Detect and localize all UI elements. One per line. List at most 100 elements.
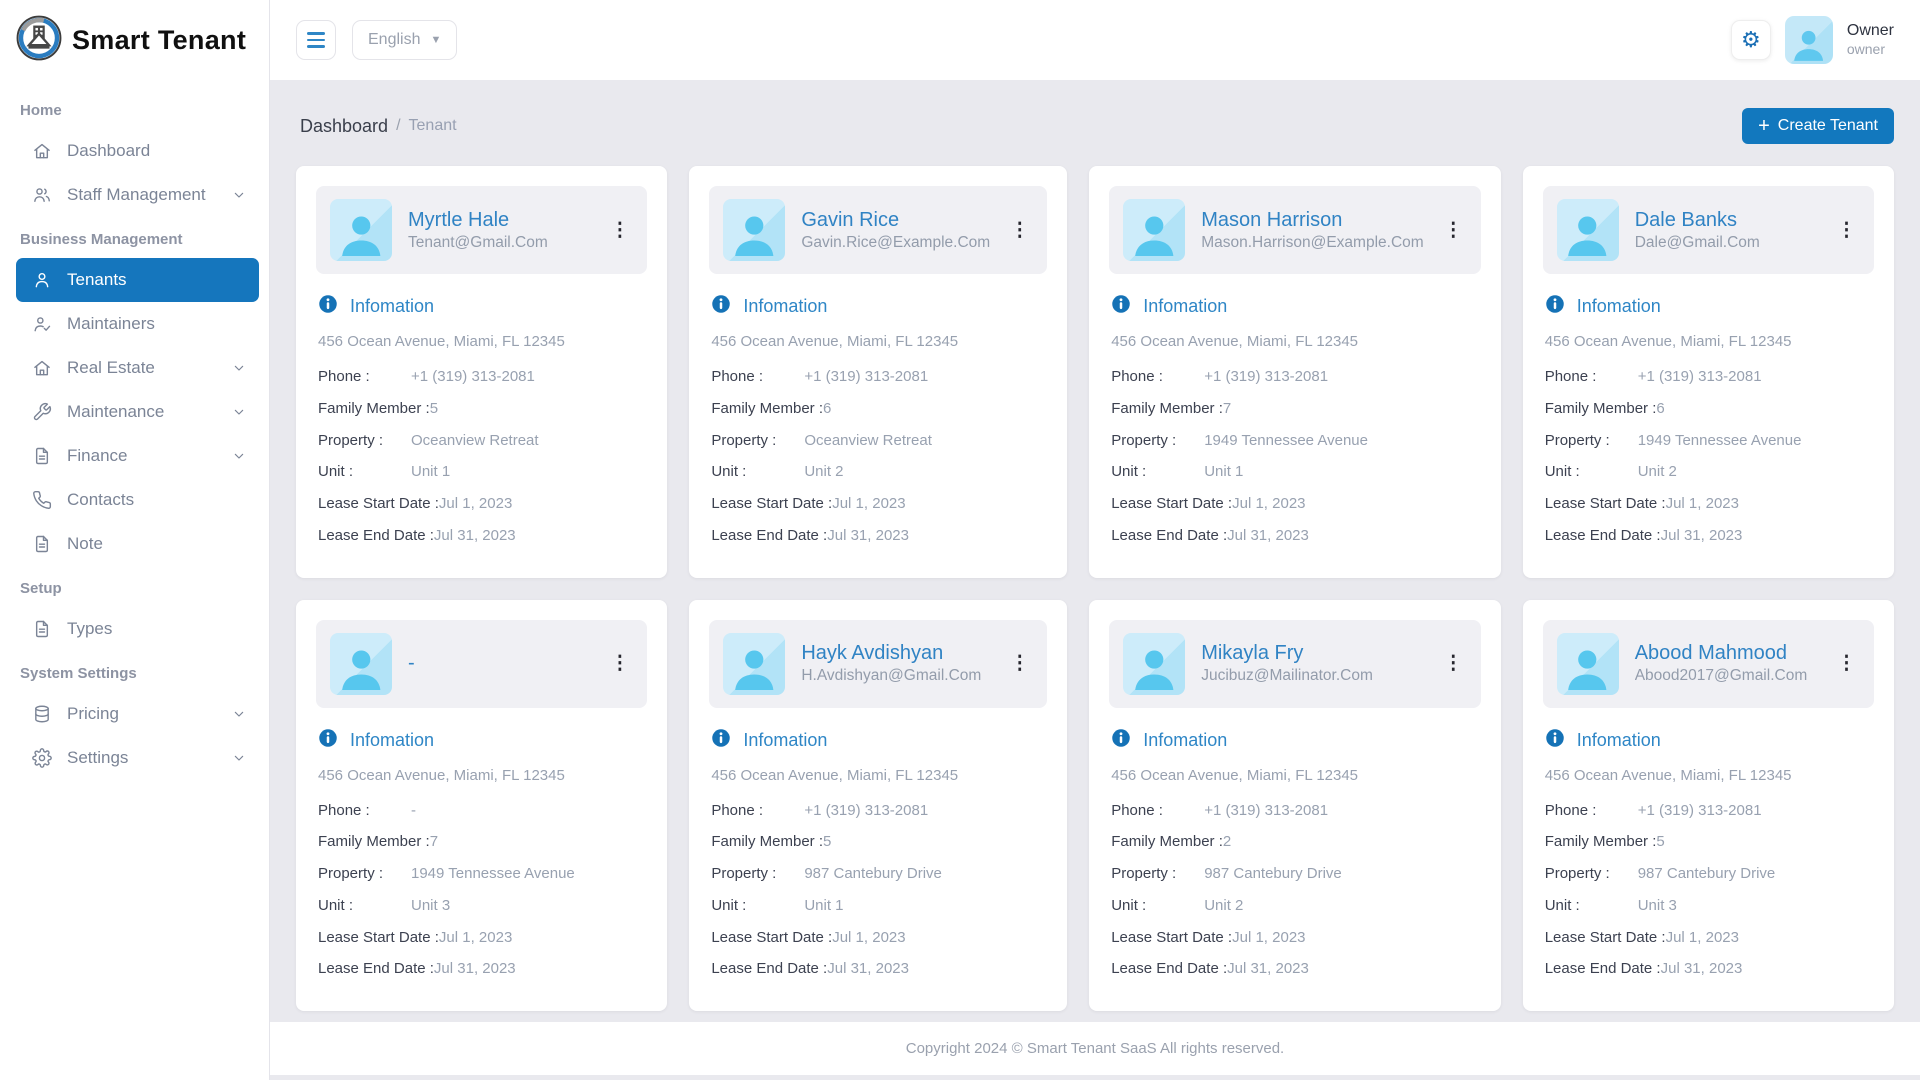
property-label: Property : xyxy=(318,431,411,451)
sidebar-item-dashboard[interactable]: Dashboard xyxy=(0,129,269,173)
property-value: 987 Cantebury Drive xyxy=(1638,864,1776,884)
tenant-cards-grid: Myrtle Hale Tenant@Gmail.Com ⋮ Infomatio… xyxy=(270,166,1920,1011)
lease-end-label: Lease End Date : xyxy=(711,959,827,979)
unit-value: Unit 3 xyxy=(411,896,450,916)
lease-end-label: Lease End Date : xyxy=(711,526,827,546)
lease-start-value: Jul 1, 2023 xyxy=(832,928,905,948)
phone-row: Phone : +1 (319) 313-2081 xyxy=(1545,801,1874,821)
unit-row: Unit : Unit 2 xyxy=(1545,462,1874,482)
phone-row: Phone : +1 (319) 313-2081 xyxy=(318,367,647,387)
tenant-name: - xyxy=(408,652,415,675)
lease-start-value: Jul 1, 2023 xyxy=(832,494,905,514)
information-row: Infomation xyxy=(1111,294,1480,319)
breadcrumb-separator: / xyxy=(396,117,400,135)
breadcrumb-dashboard[interactable]: Dashboard xyxy=(300,116,388,137)
sidebar-item-maintainers[interactable]: Maintainers xyxy=(0,302,269,346)
create-tenant-button[interactable]: + Create Tenant xyxy=(1742,108,1894,144)
info-icon xyxy=(1545,728,1565,753)
phone-row: Phone : +1 (319) 313-2081 xyxy=(711,367,1047,387)
kebab-menu-icon[interactable]: ⋮ xyxy=(1440,652,1467,675)
tenant-email: Dale@Gmail.Com xyxy=(1635,234,1760,252)
kebab-menu-icon[interactable]: ⋮ xyxy=(1833,652,1860,675)
phone-row: Phone : +1 (319) 313-2081 xyxy=(1111,801,1480,821)
sidebar-item-contacts[interactable]: Contacts xyxy=(0,478,269,522)
sidebar-item-label: Finance xyxy=(67,446,127,466)
information-row: Infomation xyxy=(318,294,647,319)
tenant-card-header: Dale Banks Dale@Gmail.Com ⋮ xyxy=(1543,186,1874,274)
sidebar-item-settings[interactable]: Settings xyxy=(0,736,269,780)
lease-end-value: Jul 31, 2023 xyxy=(434,959,516,979)
kebab-menu-icon[interactable]: ⋮ xyxy=(606,219,633,242)
tenant-address: 456 Ocean Avenue, Miami, FL 12345 xyxy=(1545,333,1874,350)
tenant-name: Mason Harrison xyxy=(1201,209,1423,232)
kebab-menu-icon[interactable]: ⋮ xyxy=(606,652,633,675)
phone-value: +1 (319) 313-2081 xyxy=(1204,367,1328,387)
topbar: English ▼ ⚙ Owner owner xyxy=(270,0,1920,80)
chevron-down-icon: ▼ xyxy=(430,34,441,46)
tenant-card-header: Mason Harrison Mason.Harrison@Example.Co… xyxy=(1109,186,1480,274)
sidebar-item-tenants[interactable]: Tenants xyxy=(16,258,259,302)
kebab-menu-icon[interactable]: ⋮ xyxy=(1006,652,1033,675)
unit-label: Unit : xyxy=(318,462,411,482)
lease-end-label: Lease End Date : xyxy=(1545,526,1661,546)
user-avatar[interactable] xyxy=(1785,16,1833,64)
unit-value: Unit 2 xyxy=(1638,462,1677,482)
lease-start-value: Jul 1, 2023 xyxy=(439,928,512,948)
sidebar-item-pricing[interactable]: Pricing xyxy=(0,692,269,736)
property-label: Property : xyxy=(711,864,804,884)
unit-row: Unit : Unit 2 xyxy=(1111,896,1480,916)
language-dropdown[interactable]: English ▼ xyxy=(352,20,457,60)
kebab-menu-icon[interactable]: ⋮ xyxy=(1006,219,1033,242)
sidebar-item-maintenance[interactable]: Maintenance xyxy=(0,390,269,434)
tenant-email: Gavin.Rice@Example.Com xyxy=(801,234,990,252)
lease-start-row: Lease Start Date : Jul 1, 2023 xyxy=(1545,928,1874,948)
family-member-row: Family Member : 7 xyxy=(318,832,647,852)
lease-start-row: Lease Start Date : Jul 1, 2023 xyxy=(318,928,647,948)
unit-value: Unit 2 xyxy=(804,462,843,482)
property-label: Property : xyxy=(1111,864,1204,884)
unit-row: Unit : Unit 1 xyxy=(318,462,647,482)
property-row: Property : 1949 Tennessee Avenue xyxy=(1111,431,1480,451)
lease-start-row: Lease Start Date : Jul 1, 2023 xyxy=(711,494,1047,514)
sidebar-item-label: Dashboard xyxy=(67,141,150,161)
family-member-value: 5 xyxy=(1656,832,1664,852)
lease-end-row: Lease End Date : Jul 31, 2023 xyxy=(1545,526,1874,546)
kebab-menu-icon[interactable]: ⋮ xyxy=(1833,219,1860,242)
tenant-card-header: Abood Mahmood Abood2017@Gmail.Com ⋮ xyxy=(1543,620,1874,708)
phone-value: +1 (319) 313-2081 xyxy=(411,367,535,387)
sidebar-item-staff-management[interactable]: Staff Management xyxy=(0,173,269,217)
tenant-avatar xyxy=(330,199,392,261)
family-member-label: Family Member : xyxy=(1545,832,1657,852)
tenant-name: Gavin Rice xyxy=(801,209,990,232)
phone-row: Phone : +1 (319) 313-2081 xyxy=(711,801,1047,821)
settings-button[interactable]: ⚙ xyxy=(1731,20,1771,60)
user-check-icon xyxy=(32,314,52,334)
tenant-identity: Gavin Rice Gavin.Rice@Example.Com xyxy=(801,209,990,252)
tenant-identity: Mikayla Fry Jucibuz@Mailinator.Com xyxy=(1201,642,1373,685)
information-label: Infomation xyxy=(1577,296,1661,317)
lease-end-row: Lease End Date : Jul 31, 2023 xyxy=(1111,526,1480,546)
tenant-email: Jucibuz@Mailinator.Com xyxy=(1201,667,1373,685)
kebab-menu-icon[interactable]: ⋮ xyxy=(1440,219,1467,242)
family-member-value: 6 xyxy=(1656,399,1664,419)
user-icon xyxy=(32,270,52,290)
lease-start-label: Lease Start Date : xyxy=(318,494,439,514)
lease-end-label: Lease End Date : xyxy=(1111,526,1227,546)
lease-end-label: Lease End Date : xyxy=(318,526,434,546)
family-member-label: Family Member : xyxy=(318,832,430,852)
sidebar-item-types[interactable]: Types xyxy=(0,607,269,651)
lease-end-row: Lease End Date : Jul 31, 2023 xyxy=(1111,959,1480,979)
lease-end-value: Jul 31, 2023 xyxy=(827,526,909,546)
sidebar-item-note[interactable]: Note xyxy=(0,522,269,566)
sidebar-toggle-button[interactable] xyxy=(296,20,336,60)
lease-end-value: Jul 31, 2023 xyxy=(827,959,909,979)
phone-value: +1 (319) 313-2081 xyxy=(1638,367,1762,387)
lease-start-row: Lease Start Date : Jul 1, 2023 xyxy=(1545,494,1874,514)
property-label: Property : xyxy=(711,431,804,451)
property-value: Oceanview Retreat xyxy=(804,431,932,451)
unit-row: Unit : Unit 1 xyxy=(1111,462,1480,482)
lease-end-row: Lease End Date : Jul 31, 2023 xyxy=(318,959,647,979)
tenant-card: Abood Mahmood Abood2017@Gmail.Com ⋮ Info… xyxy=(1523,600,1894,1012)
sidebar-item-finance[interactable]: Finance xyxy=(0,434,269,478)
sidebar-item-real-estate[interactable]: Real Estate xyxy=(0,346,269,390)
